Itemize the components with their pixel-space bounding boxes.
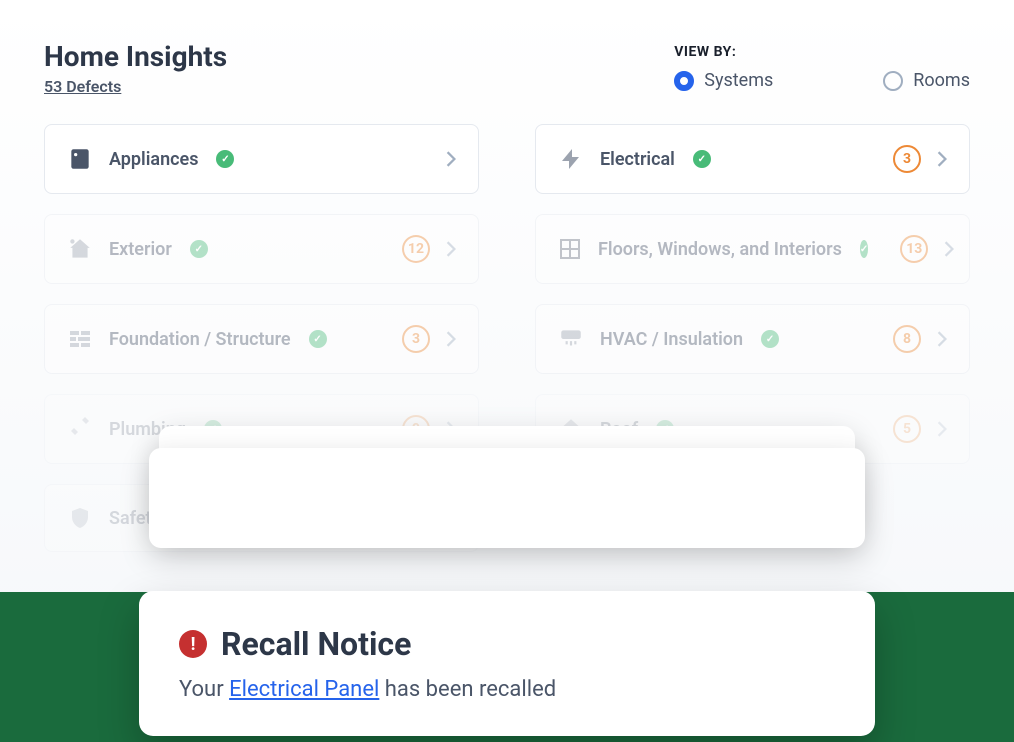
notice-body-link[interactable]: Electrical Panel (229, 677, 379, 702)
category-card[interactable]: Appliances (44, 124, 479, 194)
count-badge: 5 (893, 415, 921, 443)
floors-icon (558, 236, 582, 262)
plumbing-icon (67, 416, 93, 442)
header: Home Insights 53 Defects VIEW BY: System… (44, 40, 970, 96)
verified-badge-icon (190, 240, 208, 258)
chevron-right-icon (944, 241, 954, 257)
verified-badge-icon (860, 240, 868, 258)
radio-icon (883, 71, 903, 91)
hvac-icon (558, 326, 584, 352)
category-card[interactable]: Foundation / Structure 3 (44, 304, 479, 374)
recall-notice-card[interactable]: ! Recall Notice Your Electrical Panel ha… (139, 591, 875, 736)
verified-badge-icon (309, 330, 327, 348)
view-by-radio-group: Systems Rooms (674, 70, 970, 91)
verified-badge-icon (216, 150, 234, 168)
defects-link[interactable]: 53 Defects (44, 77, 121, 96)
category-label: HVAC / Insulation (600, 329, 743, 350)
chevron-right-icon (937, 331, 947, 347)
category-card[interactable]: Electrical 3 (535, 124, 970, 194)
stacked-card-mid (149, 448, 865, 548)
category-card[interactable]: HVAC / Insulation 8 (535, 304, 970, 374)
notice-body: Your Electrical Panel has been recalled (179, 677, 835, 702)
chevron-right-icon (446, 331, 456, 347)
radio-icon (674, 71, 694, 91)
category-label: Appliances (109, 149, 198, 170)
radio-option-rooms[interactable]: Rooms (883, 70, 970, 91)
radio-label: Systems (704, 70, 773, 91)
verified-badge-icon (761, 330, 779, 348)
view-by-label: VIEW BY: (674, 44, 970, 60)
count-badge: 12 (402, 235, 430, 263)
category-card[interactable]: Exterior 12 (44, 214, 479, 284)
safety-icon (67, 505, 93, 531)
count-badge: 13 (900, 235, 928, 263)
chevron-right-icon (937, 151, 947, 167)
count-badge: 8 (893, 325, 921, 353)
category-label: Electrical (600, 149, 675, 170)
notice-title: Recall Notice (221, 625, 411, 663)
chevron-right-icon (937, 421, 947, 437)
chevron-right-icon (446, 241, 456, 257)
notice-body-prefix: Your (179, 677, 229, 702)
category-label: Exterior (109, 239, 172, 260)
electrical-icon (558, 146, 584, 172)
radio-label: Rooms (913, 70, 970, 91)
notice-body-suffix: has been recalled (379, 677, 556, 702)
verified-badge-icon (693, 150, 711, 168)
category-card[interactable]: Floors, Windows, and Interiors 13 (535, 214, 970, 284)
appliances-icon (67, 146, 93, 172)
view-by-section: VIEW BY: Systems Rooms (674, 40, 970, 91)
radio-option-systems[interactable]: Systems (674, 70, 773, 91)
count-badge: 3 (893, 145, 921, 173)
chevron-right-icon (446, 151, 456, 167)
count-badge: 3 (402, 325, 430, 353)
page-title: Home Insights (44, 40, 227, 73)
foundation-icon (67, 326, 93, 352)
category-label: Foundation / Structure (109, 329, 291, 350)
exterior-icon (67, 236, 93, 262)
alert-icon: ! (179, 630, 207, 658)
category-label: Floors, Windows, and Interiors (598, 239, 842, 260)
notice-stack: ! Recall Notice Your Electrical Panel ha… (139, 591, 875, 736)
